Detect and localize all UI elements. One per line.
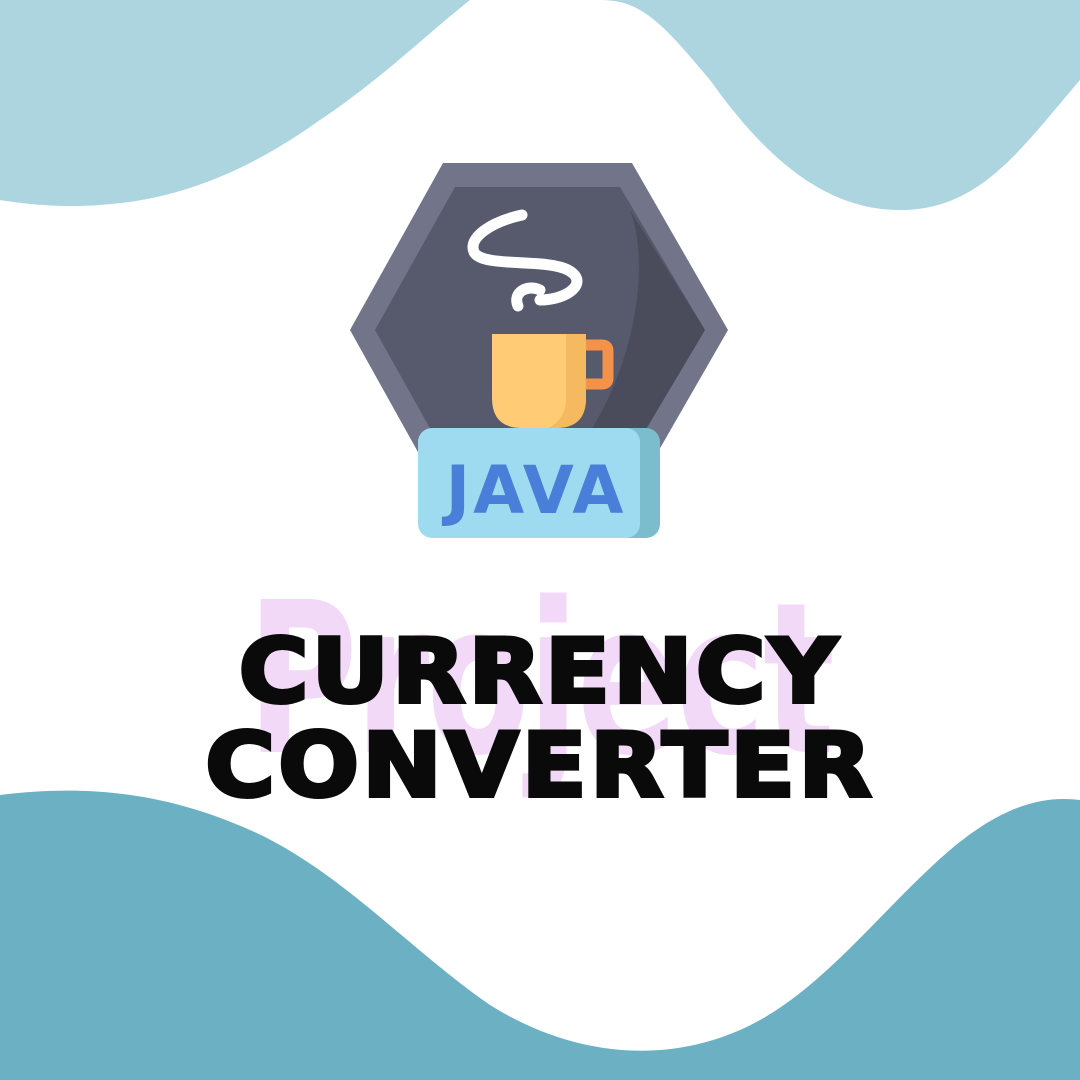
title-line-2: CONVERTER xyxy=(203,714,875,817)
java-logo: JAVA xyxy=(350,163,728,538)
title-line-1: CURRENCY xyxy=(237,620,842,723)
badge-text: JAVA xyxy=(442,452,627,529)
